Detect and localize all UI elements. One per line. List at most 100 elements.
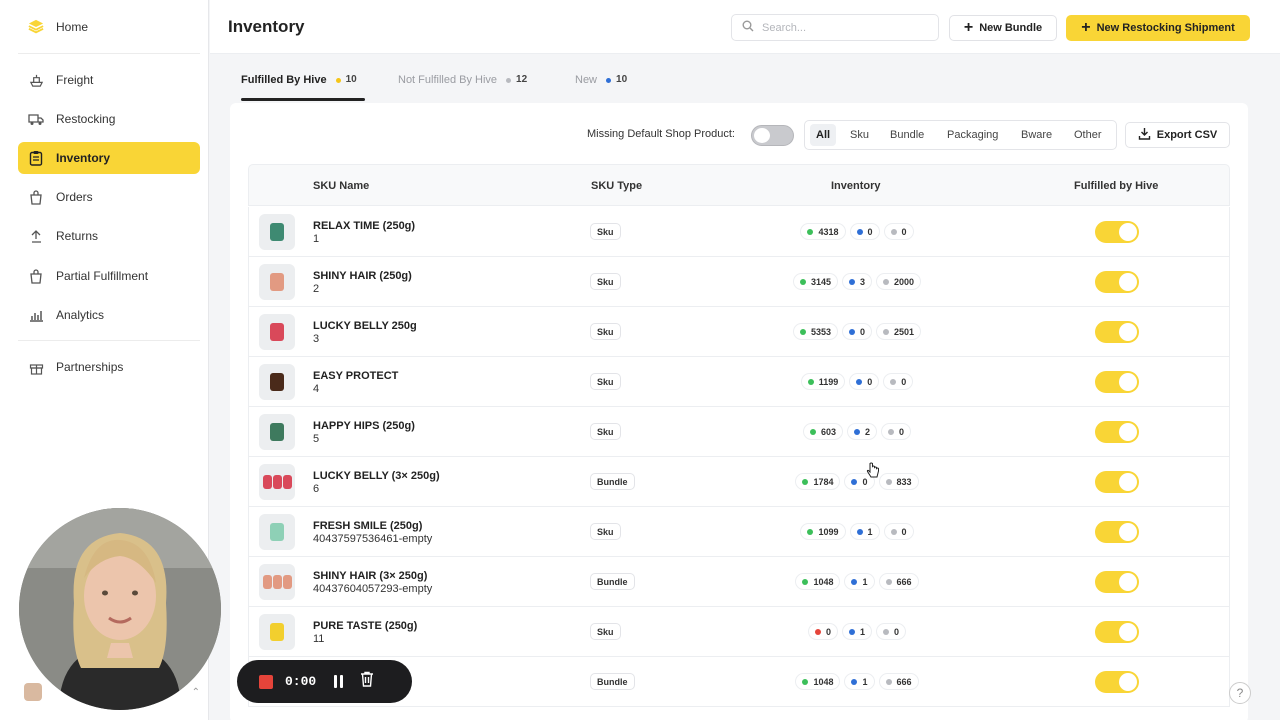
missing-default-shop-product-toggle[interactable]	[751, 125, 794, 146]
inventory-value: 0	[859, 326, 865, 337]
sku-name[interactable]: LUCKY BELLY 250g	[313, 320, 417, 332]
table-row[interactable]: EASY PROTECT 4 Sku 1199 0 0	[248, 357, 1230, 407]
sidebar-item-home[interactable]: Home	[18, 11, 200, 43]
inventory-pill: 1	[844, 673, 875, 690]
inventory-value: 0	[894, 626, 900, 637]
dot-icon	[851, 578, 858, 585]
column-header-inventory[interactable]: Inventory	[831, 180, 881, 192]
sidebar-item-label: Inventory	[56, 151, 111, 165]
tab-count: 10	[345, 74, 357, 85]
fulfilled-by-hive-toggle[interactable]	[1095, 471, 1139, 493]
sku-name[interactable]: FRESH SMILE (250g)	[313, 520, 422, 532]
table-row[interactable]: SHINY HAIR (3× 250g) 40437604057293-empt…	[248, 557, 1230, 607]
inventory-value: 666	[896, 676, 912, 687]
inventory-value: 1	[867, 526, 873, 537]
dot-icon	[799, 278, 806, 285]
fulfilled-by-hive-toggle[interactable]	[1095, 571, 1139, 593]
inventory-pill: 1048	[795, 573, 841, 590]
webcam-overlay	[19, 508, 221, 710]
sku-name[interactable]: SHINY HAIR (3× 250g)	[313, 570, 427, 582]
filter-bundle[interactable]: Bundle	[890, 129, 924, 141]
table-row[interactable]: PURE TASTE (250g) 11 Sku 0 1 0	[248, 607, 1230, 657]
sidebar-item-returns[interactable]: Returns	[18, 220, 200, 252]
filter-bware[interactable]: Bware	[1021, 129, 1052, 141]
fulfilled-by-hive-toggle[interactable]	[1095, 621, 1139, 643]
table-row[interactable]: FRESH SMILE (250g) 40437597536461-empty …	[248, 507, 1230, 557]
dot-icon	[807, 228, 814, 235]
sidebar-item-orders[interactable]: Orders	[18, 181, 200, 213]
sku-type-badge: Sku	[590, 623, 621, 640]
fulfilled-by-hive-toggle[interactable]	[1095, 371, 1139, 393]
sidebar-item-partnerships[interactable]: Partnerships	[18, 351, 200, 383]
inventory-value: 5353	[810, 326, 831, 337]
search-box[interactable]	[731, 14, 939, 41]
sku-id: 2	[313, 283, 320, 295]
inventory-value: 666	[896, 576, 912, 587]
tab-new[interactable]: New 10	[575, 74, 627, 102]
fulfilled-by-hive-toggle[interactable]	[1095, 271, 1139, 293]
sidebar-item-inventory[interactable]: Inventory	[18, 142, 200, 174]
sku-id: 1	[313, 233, 320, 245]
column-header-sku-name[interactable]: SKU Name	[313, 180, 369, 192]
chevron-up-icon: ⌃	[191, 686, 200, 698]
dot-icon	[506, 78, 512, 83]
table-header: SKU Name SKU Type Inventory Fulfilled by…	[248, 164, 1230, 206]
stop-recording-button[interactable]	[259, 674, 273, 689]
fulfilled-by-hive-toggle[interactable]	[1095, 671, 1139, 693]
sidebar-item-freight[interactable]: Freight	[18, 64, 200, 96]
inventory-cell: 1048 1 666	[719, 573, 999, 590]
sku-name[interactable]: SHINY HAIR (250g)	[313, 270, 412, 282]
tab-not-fulfilled-by-hive[interactable]: Not Fulfilled By Hive 12	[398, 74, 527, 102]
sidebar-item-partial-fulfillment[interactable]: Partial Fulfillment	[18, 260, 200, 292]
fulfilled-by-hive-toggle[interactable]	[1095, 521, 1139, 543]
fulfilled-by-hive-toggle[interactable]	[1095, 421, 1139, 443]
column-header-sku-type[interactable]: SKU Type	[591, 180, 642, 192]
inventory-pill: 3145	[792, 273, 838, 290]
filter-other[interactable]: Other	[1074, 129, 1102, 141]
sku-name[interactable]: HAPPY HIPS (250g)	[313, 420, 415, 432]
sku-name[interactable]: RELAX TIME (250g)	[313, 220, 415, 232]
sku-name[interactable]: PURE TASTE (250g)	[313, 620, 417, 632]
tab-label: Fulfilled By Hive	[241, 74, 327, 86]
sidebar-item-restocking[interactable]: Restocking	[18, 103, 200, 135]
table-row[interactable]: LUCKY BELLY 250g 3 Sku 5353 0 2501	[248, 307, 1230, 357]
inventory-cell: 4318 0 0	[719, 223, 999, 240]
table-row[interactable]: LUCKY BELLY (3× 250g) 6 Bundle 1784 0 833	[248, 457, 1230, 507]
table-row[interactable]: SHINY HAIR (250g) 2 Sku 3145 3 2000	[248, 257, 1230, 307]
sku-name[interactable]: EASY PROTECT	[313, 370, 398, 382]
dot-icon	[807, 528, 814, 535]
filter-sku[interactable]: Sku	[850, 129, 869, 141]
fulfilled-by-hive-toggle[interactable]	[1095, 321, 1139, 343]
tab-count: 10	[616, 74, 628, 85]
inventory-pill: 1	[849, 523, 880, 540]
sku-type-badge: Bundle	[590, 573, 635, 590]
new-restocking-shipment-button[interactable]: + New Restocking Shipment	[1066, 15, 1250, 41]
fulfilled-by-hive-toggle[interactable]	[1095, 221, 1139, 243]
new-bundle-button[interactable]: + New Bundle	[949, 15, 1057, 41]
inventory-value: 1	[862, 576, 868, 587]
dot-icon	[848, 628, 855, 635]
sidebar-divider	[18, 340, 200, 341]
sku-id: 5	[313, 433, 320, 445]
inventory-pill: 0	[807, 623, 838, 640]
bag-icon	[28, 189, 44, 205]
filter-packaging[interactable]: Packaging	[947, 129, 998, 141]
filter-all[interactable]: All	[810, 124, 837, 146]
table-row[interactable]: HAPPY HIPS (250g) 5 Sku 603 2 0	[248, 407, 1230, 457]
inventory-value: 0	[901, 226, 907, 237]
sku-type-badge: Sku	[590, 373, 621, 390]
dot-icon	[854, 428, 860, 435]
export-csv-button[interactable]: Export CSV	[1125, 122, 1230, 148]
search-input[interactable]	[762, 21, 922, 34]
sidebar-item-analytics[interactable]: Analytics	[18, 299, 200, 331]
trash-icon[interactable]	[360, 671, 374, 692]
inventory-value: 2501	[894, 326, 915, 337]
avatar	[24, 683, 42, 701]
dot-icon	[335, 78, 341, 83]
pause-button[interactable]	[334, 675, 346, 688]
table-row[interactable]: RELAX TIME (250g) 1 Sku 4318 0 0	[248, 207, 1230, 257]
missing-default-shop-product-label: Missing Default Shop Product:	[587, 128, 735, 140]
sku-name[interactable]: LUCKY BELLY (3× 250g)	[313, 470, 440, 482]
column-header-fulfilled-by-hive[interactable]: Fulfilled by Hive	[1074, 180, 1158, 192]
help-button[interactable]: ?	[1229, 682, 1251, 704]
